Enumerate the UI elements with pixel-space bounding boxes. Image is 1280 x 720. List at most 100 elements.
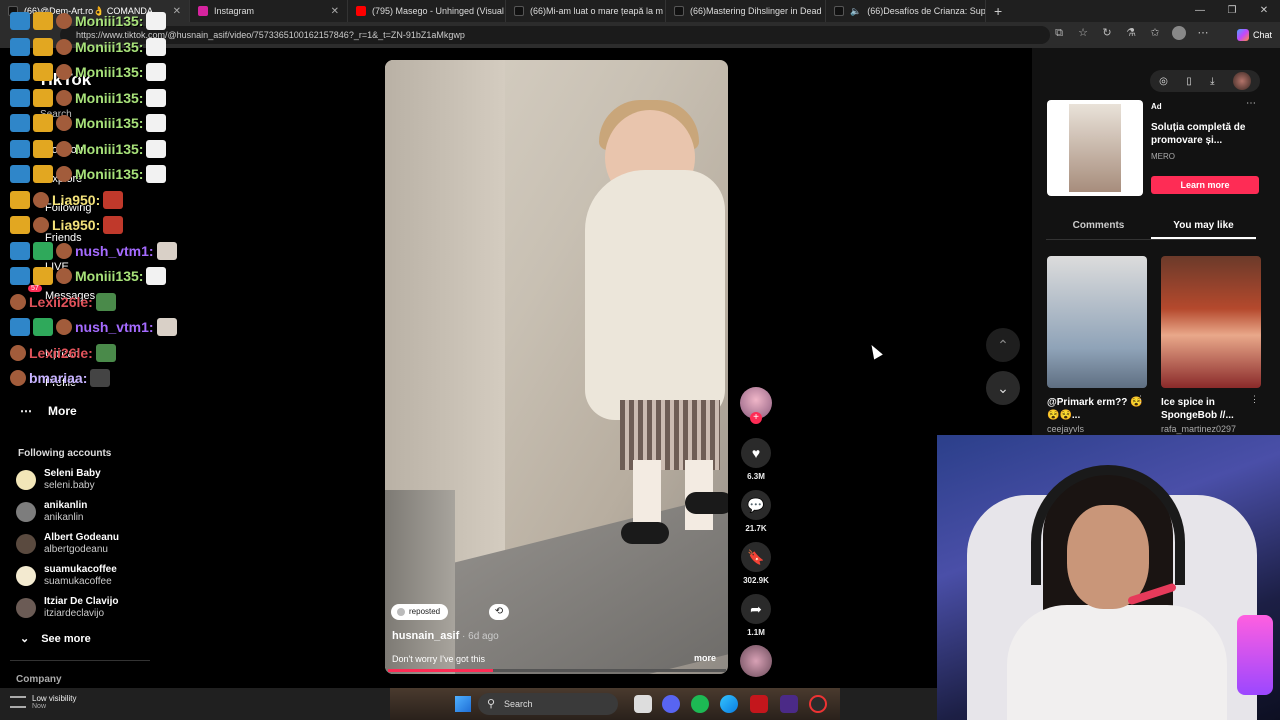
new-tab-button[interactable]: + xyxy=(986,3,1010,19)
profile-icon[interactable] xyxy=(1172,26,1186,40)
discord-icon[interactable] xyxy=(662,695,680,713)
chat-avatar-icon xyxy=(33,191,49,208)
account-name: Albert Godeanu xyxy=(44,532,120,543)
url-field[interactable]: https://www.tiktok.com/@husnain_asif/vid… xyxy=(60,26,1050,44)
chat-emote-icon xyxy=(146,88,167,107)
next-video-button[interactable]: ⌄ xyxy=(986,371,1020,405)
user-avatar[interactable] xyxy=(1232,72,1251,90)
chat-avatar-icon xyxy=(56,64,72,80)
following-account[interactable]: Itziar De Clavijo itziardeclavijo xyxy=(16,596,118,620)
maximize-icon[interactable]: ❐ xyxy=(1216,0,1248,22)
save-button[interactable]: 🔖 302.9K xyxy=(740,542,772,585)
spotify-icon[interactable] xyxy=(691,695,709,713)
tab-you-may-like[interactable]: You may like xyxy=(1151,214,1256,239)
app-purple-icon[interactable] xyxy=(780,695,798,713)
tab-instagram[interactable]: Instagram ✕ xyxy=(190,0,348,22)
chat-message: Moniii135: xyxy=(10,139,167,158)
star-icon[interactable]: ☆ xyxy=(1076,26,1090,40)
tab-youtube[interactable]: (795) Masego - Unhinged (Visual ✕ xyxy=(348,0,506,22)
chat-username: nush_vtm1: xyxy=(75,319,154,335)
follow-plus-icon[interactable]: + xyxy=(750,412,762,424)
ad-image xyxy=(1069,104,1121,192)
tab-comments[interactable]: Comments xyxy=(1046,214,1151,239)
recommended-video[interactable]: @Primark erm?? 😵😵😵... ceejayvls ⋮ xyxy=(1047,256,1147,434)
refresh-icon[interactable]: ↻ xyxy=(1100,26,1114,40)
file-explorer-icon[interactable] xyxy=(634,695,652,713)
obs-icon[interactable] xyxy=(809,695,827,713)
company-link[interactable]: Company xyxy=(16,674,62,685)
comment-button[interactable]: 💬 21.7K xyxy=(740,490,772,533)
webcam-streamer xyxy=(1007,605,1227,720)
edge-icon[interactable] xyxy=(720,695,738,713)
windows-start-icon[interactable] xyxy=(455,696,471,712)
video-player[interactable] xyxy=(385,60,728,674)
caption-more-link[interactable]: more xyxy=(694,653,716,663)
close-icon[interactable]: ✕ xyxy=(167,6,181,17)
tab-tiktok-1[interactable]: (66)Mi-am luat o mare țeapă la m ✕ xyxy=(506,0,666,22)
chat-avatar-icon xyxy=(56,319,72,335)
like-count: 6.3M xyxy=(747,472,765,481)
download-icon[interactable]: ⤓ xyxy=(1210,76,1214,87)
headset-icon xyxy=(1031,465,1185,585)
video-thumbnail xyxy=(1047,256,1147,388)
taskbar-search[interactable]: Search xyxy=(478,693,618,715)
chat-avatar-icon xyxy=(56,242,72,259)
options-icon[interactable]: ⋮ xyxy=(1250,394,1259,405)
video-author: ceejayvls xyxy=(1047,424,1085,434)
following-account[interactable]: suamukacoffee suamukacoffee xyxy=(16,564,117,588)
recommended-video[interactable]: Ice spice in SpongeBob //... rafa_martin… xyxy=(1161,256,1261,434)
video-author: rafa_martinez0297 xyxy=(1161,424,1237,434)
video-author[interactable]: husnain_asif · 6d ago xyxy=(392,630,499,642)
chat-avatar-icon xyxy=(56,268,72,284)
toolbar-icons: ⧉ ☆ ↻ ⚗ ✩ ⋯ xyxy=(1052,26,1210,40)
menu-icon[interactable]: ⋯ xyxy=(1196,26,1210,40)
previous-video-button[interactable]: ⌃ xyxy=(986,328,1020,362)
following-account[interactable]: anikanlin anikanlin xyxy=(16,500,87,524)
close-icon[interactable]: ✕ xyxy=(325,6,339,17)
chat-username: Moniii135: xyxy=(75,140,144,157)
fog-icon xyxy=(10,696,26,708)
chat-message: bmariaa: xyxy=(10,369,111,387)
music-disc-icon[interactable] xyxy=(740,645,772,677)
following-account[interactable]: Seleni Baby seleni.baby xyxy=(16,468,101,492)
ad-options-icon[interactable]: ⋯ xyxy=(1246,98,1256,109)
account-handle: albertgodeanu xyxy=(44,544,108,555)
chevron-down-icon: ⌄ xyxy=(20,633,30,645)
account-name: Itziar De Clavijo xyxy=(44,596,119,607)
chat-badge-icon xyxy=(10,37,30,56)
ad-thumbnail[interactable] xyxy=(1047,100,1143,196)
app-red-icon[interactable] xyxy=(750,695,768,713)
like-button[interactable]: ♥ 6.3M xyxy=(740,438,772,481)
video-progress-bar[interactable] xyxy=(388,669,726,672)
weather-widget[interactable]: Low visibility Now xyxy=(10,694,76,710)
learn-more-button[interactable]: Learn more xyxy=(1151,176,1259,194)
repost-icon[interactable]: ⟲ xyxy=(489,604,509,620)
extension-icon[interactable]: ⚗ xyxy=(1124,26,1138,40)
close-window-icon[interactable]: ✕ xyxy=(1248,0,1280,22)
favorites-icon[interactable]: ✩ xyxy=(1148,26,1162,40)
chat-badge-icon xyxy=(33,139,53,158)
app-icon[interactable]: ⧉ xyxy=(1052,26,1066,40)
share-button[interactable]: ➦ 1.1M xyxy=(740,594,772,637)
chat-emote-icon xyxy=(146,63,167,81)
phone-icon[interactable]: ▯ xyxy=(1186,76,1192,87)
account-name: suamukacoffee xyxy=(44,564,117,575)
see-more-button[interactable]: ⌄ See more xyxy=(20,632,91,646)
tab-tiktok-3[interactable]: 🔈 (66)Desafíos de Crianza: Sup ✕ xyxy=(826,0,986,22)
tab-tiktok-2[interactable]: (66)Mastering Dihslinger in Dead ✕ xyxy=(666,0,826,22)
compass-icon[interactable]: ◎ xyxy=(1159,76,1168,87)
speaker-icon[interactable]: 🔈 xyxy=(850,6,861,17)
video-frame-child xyxy=(633,460,661,530)
ad-title[interactable]: Soluția completă de promovare și... xyxy=(1151,121,1251,147)
copilot-chat-button[interactable]: Chat xyxy=(1236,27,1272,43)
bookmark-icon: 🔖 xyxy=(741,542,771,572)
nav-more[interactable]: ⋯ More xyxy=(20,404,77,418)
following-account[interactable]: Albert Godeanu albertgodeanu xyxy=(16,532,119,556)
chat-message: Lia950: xyxy=(10,190,124,209)
chat-emote-icon xyxy=(146,114,167,132)
repost-pill[interactable]: reposted xyxy=(391,604,449,620)
account-name: anikanlin xyxy=(44,500,88,511)
chat-emote-icon xyxy=(95,292,116,311)
options-icon[interactable]: ⋮ xyxy=(1136,394,1145,405)
minimize-icon[interactable]: — xyxy=(1184,0,1216,22)
